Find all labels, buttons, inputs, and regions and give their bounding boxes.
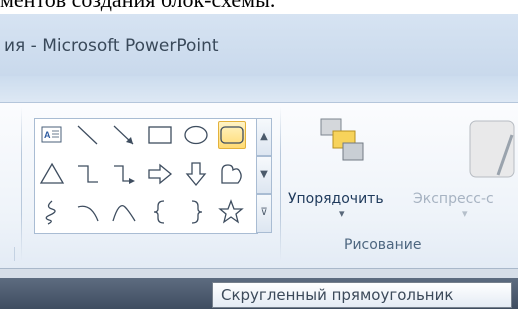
quick-styles-dropdown-arrow: ▾ xyxy=(462,207,468,220)
arrange-dropdown-arrow: ▾ xyxy=(339,207,345,220)
arrow-line-shape-icon[interactable] xyxy=(111,122,137,148)
ribbon-tab-row xyxy=(0,76,518,103)
more-dropdown-icon: ⊽ xyxy=(260,207,268,218)
arc-shape-icon[interactable] xyxy=(75,199,101,225)
title-bar: ия - Microsoft PowerPoint xyxy=(0,14,518,76)
drawing-group-label: Рисование xyxy=(344,237,422,253)
arrange-button-label: Упорядочить xyxy=(288,191,384,207)
gallery-expand-button[interactable]: ⊽ xyxy=(256,194,272,233)
shape-tooltip: Скругленный прямоугольник xyxy=(212,282,512,308)
freeform-scribble-shape-icon[interactable] xyxy=(39,199,65,225)
group-separator xyxy=(21,107,22,261)
gallery-scroll-up-button[interactable]: ▲ xyxy=(256,118,272,156)
oval-shape-icon[interactable] xyxy=(183,122,209,148)
quick-styles-button-label: Экспресс-с xyxy=(413,191,494,207)
right-brace-shape-icon[interactable] xyxy=(183,199,209,225)
elbow-arrow-connector-shape-icon[interactable] xyxy=(111,161,137,187)
flowchart-shape-icon[interactable] xyxy=(218,161,244,187)
elbow-connector-shape-icon[interactable] xyxy=(75,161,101,187)
chevron-down-icon: ▼ xyxy=(260,169,268,180)
triangle-shape-icon[interactable] xyxy=(39,161,65,187)
svg-text:A: A xyxy=(44,130,51,140)
down-arrow-shape-icon[interactable] xyxy=(183,161,209,187)
curve-shape-icon[interactable] xyxy=(111,199,137,225)
chevron-up-icon: ▲ xyxy=(260,131,268,142)
arrange-button[interactable]: Упорядочить ▾ xyxy=(288,117,411,227)
document-caption-fragment: ментов создания блок-схемы. xyxy=(0,0,518,13)
text-box-shape-icon[interactable]: A xyxy=(39,122,65,148)
left-brace-shape-icon[interactable] xyxy=(147,199,173,225)
group-separator xyxy=(280,107,281,261)
quick-styles-button[interactable]: Экспресс-с ▾ xyxy=(413,117,518,227)
ribbon-drawing-area: A ▲ ▼ ⊽ Упорядочить ▾ Экспресс-с ▾ Рисов… xyxy=(0,103,518,268)
star-shape-icon[interactable] xyxy=(218,199,244,225)
gallery-scroll-down-button[interactable]: ▼ xyxy=(256,156,272,194)
right-arrow-shape-icon[interactable] xyxy=(147,161,173,187)
line-shape-icon[interactable] xyxy=(75,122,101,148)
rectangle-shape-icon[interactable] xyxy=(147,122,173,148)
group-dialog-launcher-edge xyxy=(0,247,15,261)
rounded-rectangle-shape-icon[interactable] xyxy=(218,121,246,149)
shapes-gallery: A xyxy=(34,118,258,234)
window-title: ия - Microsoft PowerPoint xyxy=(4,36,219,56)
arrange-icon xyxy=(320,118,364,161)
quick-styles-icon xyxy=(469,120,515,178)
